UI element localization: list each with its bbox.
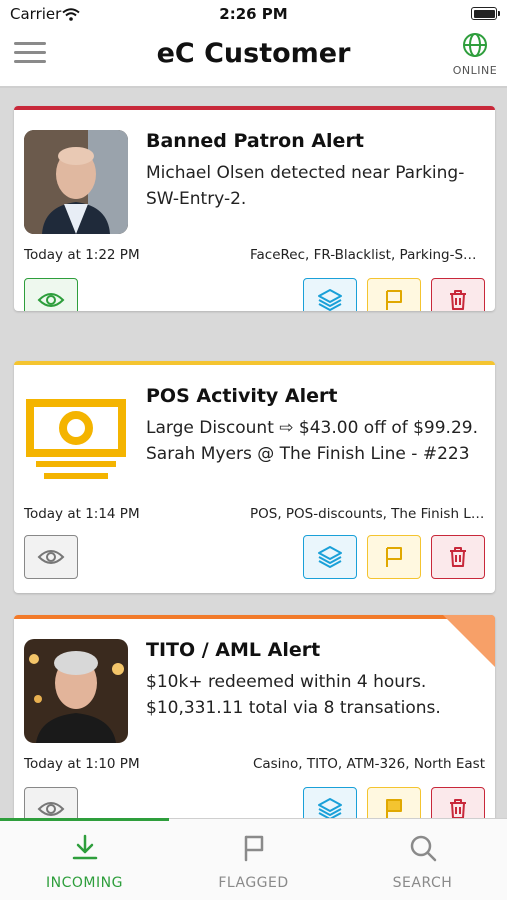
tab-incoming-label: INCOMING — [46, 875, 123, 891]
alert-card-pos-activity[interactable]: POS Activity Alert Large Discount ⇨ $43.… — [14, 361, 495, 593]
view-button[interactable] — [24, 535, 78, 579]
search-icon — [410, 835, 436, 862]
layers-button[interactable] — [303, 278, 357, 311]
app-title: eC Customer — [156, 38, 351, 69]
alert-tags: FaceRec, FR-Blacklist, Parking-SW-Entry-… — [250, 247, 485, 263]
alert-body: Michael Olsen detected near Parking-SW-E… — [146, 163, 465, 209]
alert-body: Large Discount ⇨ $43.00 off of $99.29. S… — [146, 418, 478, 464]
tab-flagged-label: FLAGGED — [218, 875, 289, 891]
alert-body: $10k+ redeemed within 4 hours. $10,331.1… — [146, 672, 441, 718]
tab-search-label: SEARCH — [392, 875, 453, 891]
flag-icon — [386, 547, 402, 567]
patron-photo — [24, 130, 128, 234]
alert-time: Today at 1:14 PM — [24, 506, 140, 522]
flag-button[interactable] — [367, 535, 421, 579]
alert-title: Banned Patron Alert — [146, 130, 364, 152]
alert-card-tito-aml[interactable]: TITO / AML Alert $10k+ redeemed within 4… — [14, 615, 495, 845]
battery-icon — [471, 7, 500, 20]
alert-title: POS Activity Alert — [146, 385, 338, 407]
delete-button[interactable] — [431, 278, 485, 311]
tab-search[interactable]: SEARCH — [338, 819, 507, 900]
download-icon — [72, 834, 97, 860]
alert-accent-bar — [14, 615, 495, 619]
delete-button[interactable] — [431, 535, 485, 579]
eye-icon — [37, 550, 65, 564]
layers-icon — [318, 289, 342, 311]
patron-photo — [24, 639, 128, 743]
alert-time: Today at 1:22 PM — [24, 247, 140, 263]
view-button[interactable] — [24, 278, 78, 311]
status-time: 2:26 PM — [219, 5, 288, 23]
flag-icon — [244, 835, 263, 862]
alert-tags: POS, POS-discounts, The Finish Line — [250, 506, 485, 522]
app-header: eC Customer ONLINE — [0, 28, 507, 88]
alert-time: Today at 1:10 PM — [24, 756, 140, 772]
bottom-tab-bar: INCOMING FLAGGED SEARCH — [0, 818, 507, 900]
tab-incoming[interactable]: INCOMING — [0, 819, 169, 900]
alert-tags: Casino, TITO, ATM-326, North East — [252, 756, 485, 772]
globe-icon — [463, 33, 487, 57]
layers-icon — [318, 546, 342, 568]
flag-button[interactable] — [367, 278, 421, 311]
money-icon — [24, 385, 128, 489]
alert-card-banned-patron[interactable]: Banned Patron Alert Michael Olsen detect… — [14, 106, 495, 311]
status-bar: Carrier 2:26 PM — [0, 0, 507, 28]
online-label: ONLINE — [452, 64, 498, 77]
trash-icon — [450, 290, 466, 310]
online-status: ONLINE — [451, 32, 499, 77]
alert-accent-bar — [14, 106, 495, 110]
alert-title: TITO / AML Alert — [146, 639, 321, 661]
flag-icon — [386, 290, 402, 310]
new-corner-marker — [443, 615, 495, 667]
eye-icon — [37, 802, 65, 816]
alert-accent-bar — [14, 361, 495, 365]
trash-icon — [450, 547, 466, 567]
eye-icon — [37, 293, 65, 307]
layers-button[interactable] — [303, 535, 357, 579]
tab-flagged[interactable]: FLAGGED — [169, 819, 338, 900]
